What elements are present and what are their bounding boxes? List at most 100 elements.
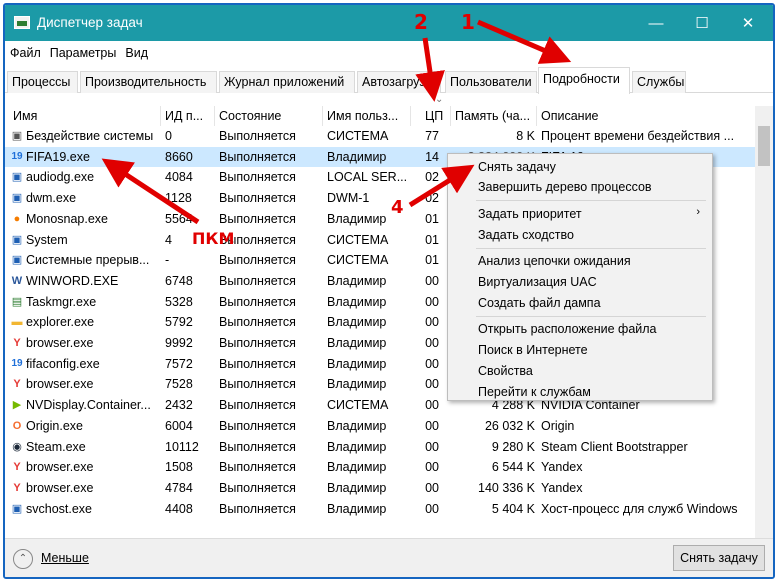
menu-view[interactable]: Вид (125, 46, 148, 60)
yandex-icon: Y (13, 461, 21, 474)
process-pid: 7572 (165, 356, 193, 371)
fewer-details-link[interactable]: Меньше (41, 551, 89, 565)
tab-processes[interactable]: Процессы (7, 71, 78, 93)
yandex-icon: Y (13, 337, 21, 349)
ctx-set-priority[interactable]: Задать приоритет (478, 207, 582, 221)
process-cpu: 02 (425, 170, 439, 185)
process-memory: 9 280 K (491, 439, 535, 454)
tab-app-history[interactable]: Журнал приложений (219, 71, 355, 93)
process-cpu: 14 (425, 149, 439, 164)
table-row[interactable]: ◉ Steam.exe 10112 Выполняется Владимир 00 9 28… (5, 437, 755, 458)
ctx-separator (476, 316, 706, 317)
table-row[interactable]: ▣ svchost.exe 4408 Выполняется Владимир 00 5 4… (5, 499, 755, 520)
window-icon: ▣ (11, 502, 23, 515)
ctx-separator (476, 200, 706, 201)
process-user: Владимир (327, 356, 387, 371)
ctx-end-task[interactable]: Снять задачу (478, 160, 556, 174)
menu-bar: Файл Параметры Вид (5, 41, 773, 65)
annotation-step-4: 4 (391, 197, 404, 218)
process-name: Monosnap.exe (26, 211, 109, 226)
ctx-set-affinity[interactable]: Задать сходство (478, 228, 574, 242)
process-name: Origin.exe (26, 418, 83, 433)
process-name: audiodg.exe (26, 170, 95, 185)
process-state: Выполняется (219, 418, 296, 433)
process-pid: 2432 (165, 398, 193, 413)
process-cpu: 01 (425, 253, 439, 268)
ctx-analyze-wait-chain[interactable]: Анализ цепочки ожидания (478, 254, 631, 268)
maximize-button[interactable]: ☐ (679, 5, 725, 41)
process-state: Выполняется (219, 315, 296, 330)
process-user: СИСТЕМА (327, 129, 389, 143)
process-description: Yandex (541, 460, 583, 475)
window-icon: ▣ (11, 254, 23, 267)
table-row[interactable]: ▣ Бездействие системы 0 Выполняется СИСТЕМА 7… (5, 126, 755, 147)
taskmgr-icon: ▤ (11, 295, 23, 308)
ctx-open-file-location[interactable]: Открыть расположение файла (478, 322, 657, 336)
col-pid[interactable]: ИД п... (161, 106, 215, 126)
col-cpu[interactable]: ЦП (411, 106, 451, 126)
process-cpu: 00 (425, 377, 439, 392)
process-state: Выполняется (219, 129, 296, 143)
process-description: Yandex (541, 480, 583, 495)
menu-options[interactable]: Параметры (50, 46, 117, 60)
table-row[interactable]: Ybrowser.exe 1508 Выполняется Владимир 00 6 5… (5, 457, 755, 478)
col-state[interactable]: Состояние (215, 106, 323, 126)
word-icon: W (11, 274, 23, 287)
minimize-button[interactable]: — (633, 5, 679, 41)
collapse-chevron-icon[interactable]: ⌃ (13, 549, 33, 569)
process-state: Выполняется (219, 253, 296, 268)
menu-file[interactable]: Файл (10, 46, 41, 60)
col-user[interactable]: Имя польз... (323, 106, 411, 126)
context-menu: Снять задачу Завершить дерево процессов … (447, 153, 713, 401)
ctx-end-process-tree[interactable]: Завершить дерево процессов (478, 180, 652, 194)
process-description: Процент времени бездействия ... (541, 129, 735, 143)
process-user: Владимир (327, 418, 387, 433)
folder-icon: ▬ (11, 316, 23, 329)
yandex-icon: Y (13, 378, 21, 391)
process-memory: 8 K (516, 129, 535, 143)
table-row[interactable]: O Origin.exe 6004 Выполняется Владимир 00 26 0… (5, 416, 755, 437)
process-description: Origin (541, 418, 575, 433)
ctx-uac-virtualization[interactable]: Виртуализация UAC (478, 275, 597, 289)
end-task-button[interactable]: Снять задачу (673, 545, 765, 571)
process-user: СИСТЕМА (327, 398, 389, 413)
table-header: Имя ИД п... Состояние Имя польз... ЦП Па… (5, 106, 773, 126)
tab-users[interactable]: Пользователи (445, 71, 537, 93)
process-memory: 140 336 K (478, 480, 535, 495)
close-button[interactable]: ✕ (725, 5, 771, 41)
col-description[interactable]: Описание (537, 106, 755, 126)
process-state: Выполняется (219, 336, 296, 350)
col-name[interactable]: Имя (9, 106, 161, 126)
ctx-search-online[interactable]: Поиск в Интернете (478, 343, 588, 357)
vertical-scrollbar[interactable] (755, 106, 773, 538)
col-memory[interactable]: Память (ча... (451, 106, 537, 126)
process-name: Taskmgr.exe (26, 294, 97, 309)
ctx-properties[interactable]: Свойства (478, 364, 533, 378)
process-pid: 5792 (165, 315, 193, 330)
window-icon: ▣ (11, 192, 23, 205)
process-state: Выполняется (219, 377, 296, 392)
process-name: browser.exe (26, 377, 94, 392)
steam-icon: ◉ (12, 440, 22, 453)
scrollbar-thumb[interactable] (758, 126, 770, 166)
tab-performance[interactable]: Производительность (80, 71, 217, 93)
process-cpu: 00 (425, 273, 439, 288)
process-memory: 5 404 K (491, 501, 535, 516)
tab-services[interactable]: Службы (632, 71, 686, 93)
process-cpu: 00 (425, 501, 439, 516)
tab-startup[interactable]: Автозагрузка (357, 71, 441, 93)
process-pid: 1508 (165, 460, 193, 475)
process-pid: 5328 (165, 294, 193, 309)
process-name: Steam.exe (26, 439, 86, 454)
tab-details[interactable]: Подробности (538, 67, 630, 94)
process-name: browser.exe (26, 460, 94, 475)
sort-indicator-icon: ⌄ (435, 94, 444, 105)
process-user: СИСТЕМА (327, 232, 389, 247)
process-state: Выполняется (219, 211, 296, 226)
table-row[interactable]: Ybrowser.exe 4784 Выполняется Владимир 00 140… (5, 478, 755, 499)
ctx-go-to-services[interactable]: Перейти к службам (478, 385, 591, 399)
ctx-create-dump[interactable]: Создать файл дампа (478, 296, 601, 310)
process-cpu: 01 (425, 211, 439, 226)
process-cpu: 00 (425, 336, 439, 350)
footer-bar: ⌃ Меньше Снять задачу (5, 538, 773, 577)
